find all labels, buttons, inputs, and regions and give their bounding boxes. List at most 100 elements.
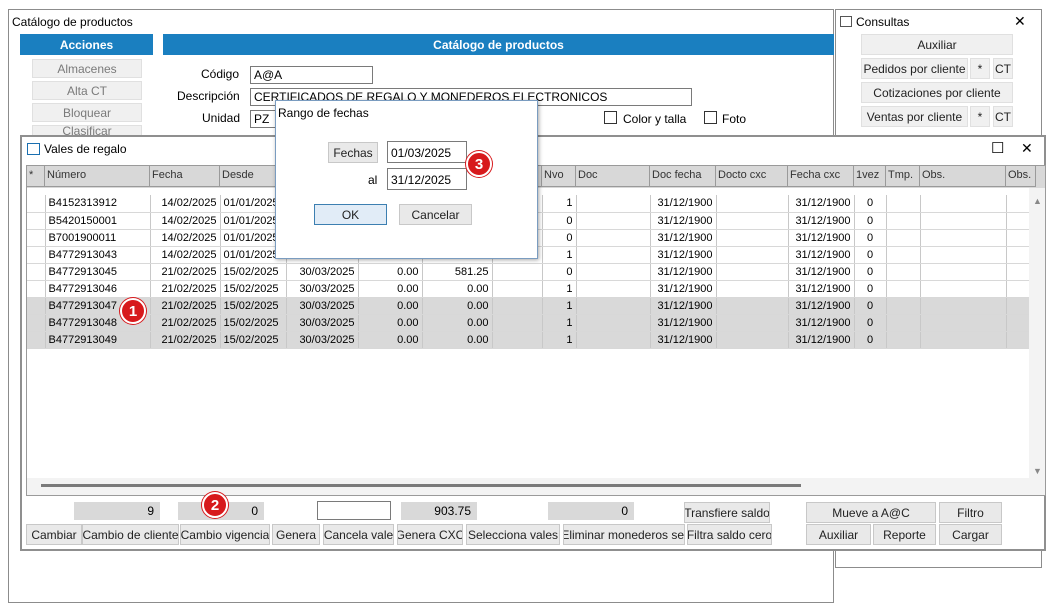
cell-hasta[interactable]: 30/03/2025 <box>286 297 359 315</box>
cell-nvo[interactable]: 0 <box>542 212 577 230</box>
cell-fecha[interactable]: 21/02/2025 <box>150 331 221 349</box>
table-row[interactable]: B4772913046 21/02/2025 15/02/2025 30/03/202… <box>27 280 1037 298</box>
cancel-button[interactable]: Cancelar <box>399 204 472 225</box>
action-button-cambio-vigencia[interactable]: Cambio vigencia <box>180 524 270 545</box>
cell-fecha_cxc[interactable]: 31/12/1900 <box>788 314 855 332</box>
row-indicator[interactable] <box>27 263 46 281</box>
cell-obs[interactable] <box>920 297 1007 315</box>
codigo-field[interactable]: A@A <box>250 66 373 84</box>
cell-docto_cxc[interactable] <box>716 212 789 230</box>
cell-unavez[interactable]: 0 <box>854 246 887 264</box>
action-button-cambiar[interactable]: Cambiar <box>26 524 82 545</box>
cell-numero[interactable]: B7001900011 <box>45 229 151 247</box>
column-header-16[interactable]: Obs. <box>1006 166 1036 187</box>
cell-docto_cxc[interactable] <box>716 229 789 247</box>
unidad-field[interactable]: PZ <box>250 110 276 128</box>
cell-doc[interactable] <box>576 195 651 213</box>
action-button-genera[interactable]: Genera <box>272 524 320 545</box>
cell-obs[interactable] <box>920 212 1007 230</box>
cell-doc[interactable] <box>576 246 651 264</box>
close-icon[interactable]: ✕ <box>1021 140 1033 157</box>
close-icon[interactable]: ✕ <box>1014 13 1026 30</box>
cell-fecha_cxc[interactable]: 31/12/1900 <box>788 297 855 315</box>
cell-fecha[interactable]: 21/02/2025 <box>150 314 221 332</box>
cell-fecha_cxc[interactable]: 31/12/1900 <box>788 212 855 230</box>
to-date-field[interactable]: 31/12/2025 <box>387 168 467 190</box>
column-header-14[interactable]: Tmp. <box>886 166 920 187</box>
cell-unavez[interactable]: 0 <box>854 195 887 213</box>
ventas-cliente-button[interactable]: Ventas por cliente <box>861 106 968 127</box>
cell-tmp[interactable] <box>886 246 921 264</box>
cotizaciones-cliente-button[interactable]: Cotizaciones por cliente <box>861 82 1013 103</box>
cell-obs[interactable] <box>920 195 1007 213</box>
cell-obs[interactable] <box>920 246 1007 264</box>
ventas-ct-button[interactable]: CT <box>993 106 1013 127</box>
cell-fecha[interactable]: 14/02/2025 <box>150 246 221 264</box>
cell-docto_cxc[interactable] <box>716 280 789 298</box>
cell-desde[interactable]: 15/02/2025 <box>220 331 287 349</box>
column-header-13[interactable]: 1vez <box>854 166 886 187</box>
horizontal-scroll-thumb[interactable] <box>41 484 801 487</box>
row-indicator[interactable] <box>27 195 46 213</box>
cell-v1[interactable]: 0.00 <box>358 263 423 281</box>
cell-numero[interactable]: B5420150001 <box>45 212 151 230</box>
cell-nvo[interactable]: 0 <box>542 229 577 247</box>
cell-fecha_cxc[interactable]: 31/12/1900 <box>788 229 855 247</box>
cell-doc_fecha[interactable]: 31/12/1900 <box>650 212 717 230</box>
cell-hasta[interactable]: 30/03/2025 <box>286 331 359 349</box>
column-header-12[interactable]: Fecha cxc <box>788 166 854 187</box>
cell-v1[interactable]: 0.00 <box>358 280 423 298</box>
cell-fecha_cxc[interactable]: 31/12/1900 <box>788 331 855 349</box>
scroll-up-icon[interactable]: ▲ <box>1033 196 1042 206</box>
cell-unavez[interactable]: 0 <box>854 229 887 247</box>
cell-tmp[interactable] <box>886 297 921 315</box>
cell-obs[interactable] <box>920 229 1007 247</box>
action-button-cambio-de-cliente[interactable]: Cambio de cliente <box>82 524 179 545</box>
column-header-8[interactable]: Nvo <box>542 166 576 187</box>
table-row[interactable]: B4772913049 21/02/2025 15/02/2025 30/03/202… <box>27 331 1037 349</box>
cell-doc[interactable] <box>576 263 651 281</box>
row-indicator[interactable] <box>27 314 46 332</box>
alta-ct-button[interactable]: Alta CT <box>32 81 142 100</box>
filtro-button[interactable]: Filtro <box>939 502 1002 523</box>
action-button-selecciona-vales[interactable]: Selecciona vales <box>466 524 560 545</box>
cell-fecha[interactable]: 21/02/2025 <box>150 280 221 298</box>
transfiere-saldo-button[interactable]: Transfiere saldo <box>684 502 770 523</box>
scroll-down-icon[interactable]: ▼ <box>1033 466 1042 476</box>
cell-numero[interactable]: B4772913046 <box>45 280 151 298</box>
cell-v1[interactable]: 0.00 <box>358 314 423 332</box>
cell-unavez[interactable]: 0 <box>854 280 887 298</box>
cell-unavez[interactable]: 0 <box>854 314 887 332</box>
auxiliar-button[interactable]: Auxiliar <box>861 34 1013 55</box>
cell-nvo[interactable]: 1 <box>542 297 577 315</box>
cell-numero[interactable]: B4772913043 <box>45 246 151 264</box>
cell-numero[interactable]: B4772913049 <box>45 331 151 349</box>
vertical-scrollbar[interactable] <box>1029 188 1045 478</box>
cell-doc_fecha[interactable]: 31/12/1900 <box>650 297 717 315</box>
cell-obs[interactable] <box>920 331 1007 349</box>
cell-hasta[interactable]: 30/03/2025 <box>286 263 359 281</box>
total-input[interactable] <box>317 501 391 520</box>
row-indicator[interactable] <box>27 297 46 315</box>
cell-tmp[interactable] <box>886 229 921 247</box>
column-header-11[interactable]: Docto cxc <box>716 166 788 187</box>
color-talla-checkbox[interactable] <box>604 111 617 124</box>
cell-v3[interactable] <box>492 280 543 298</box>
action-button-auxiliar[interactable]: Auxiliar <box>806 524 871 545</box>
cell-hasta[interactable]: 30/03/2025 <box>286 314 359 332</box>
cell-v2[interactable]: 0.00 <box>422 297 493 315</box>
table-row[interactable]: B4772913047 21/02/2025 15/02/2025 30/03/202… <box>27 297 1037 315</box>
cell-obs[interactable] <box>920 280 1007 298</box>
foto-checkbox[interactable] <box>704 111 717 124</box>
pedidos-star-button[interactable]: * <box>970 58 990 79</box>
cell-v3[interactable] <box>492 297 543 315</box>
action-button-cargar[interactable]: Cargar <box>939 524 1002 545</box>
cell-v3[interactable] <box>492 331 543 349</box>
cell-numero[interactable]: B4772913045 <box>45 263 151 281</box>
action-button-eliminar-monederos-sel[interactable]: Eliminar monederos sel <box>563 524 685 545</box>
cell-doc_fecha[interactable]: 31/12/1900 <box>650 331 717 349</box>
cell-v1[interactable]: 0.00 <box>358 297 423 315</box>
pedidos-cliente-button[interactable]: Pedidos por cliente <box>861 58 968 79</box>
column-header-2[interactable]: Fecha <box>150 166 220 187</box>
cell-nvo[interactable]: 0 <box>542 263 577 281</box>
